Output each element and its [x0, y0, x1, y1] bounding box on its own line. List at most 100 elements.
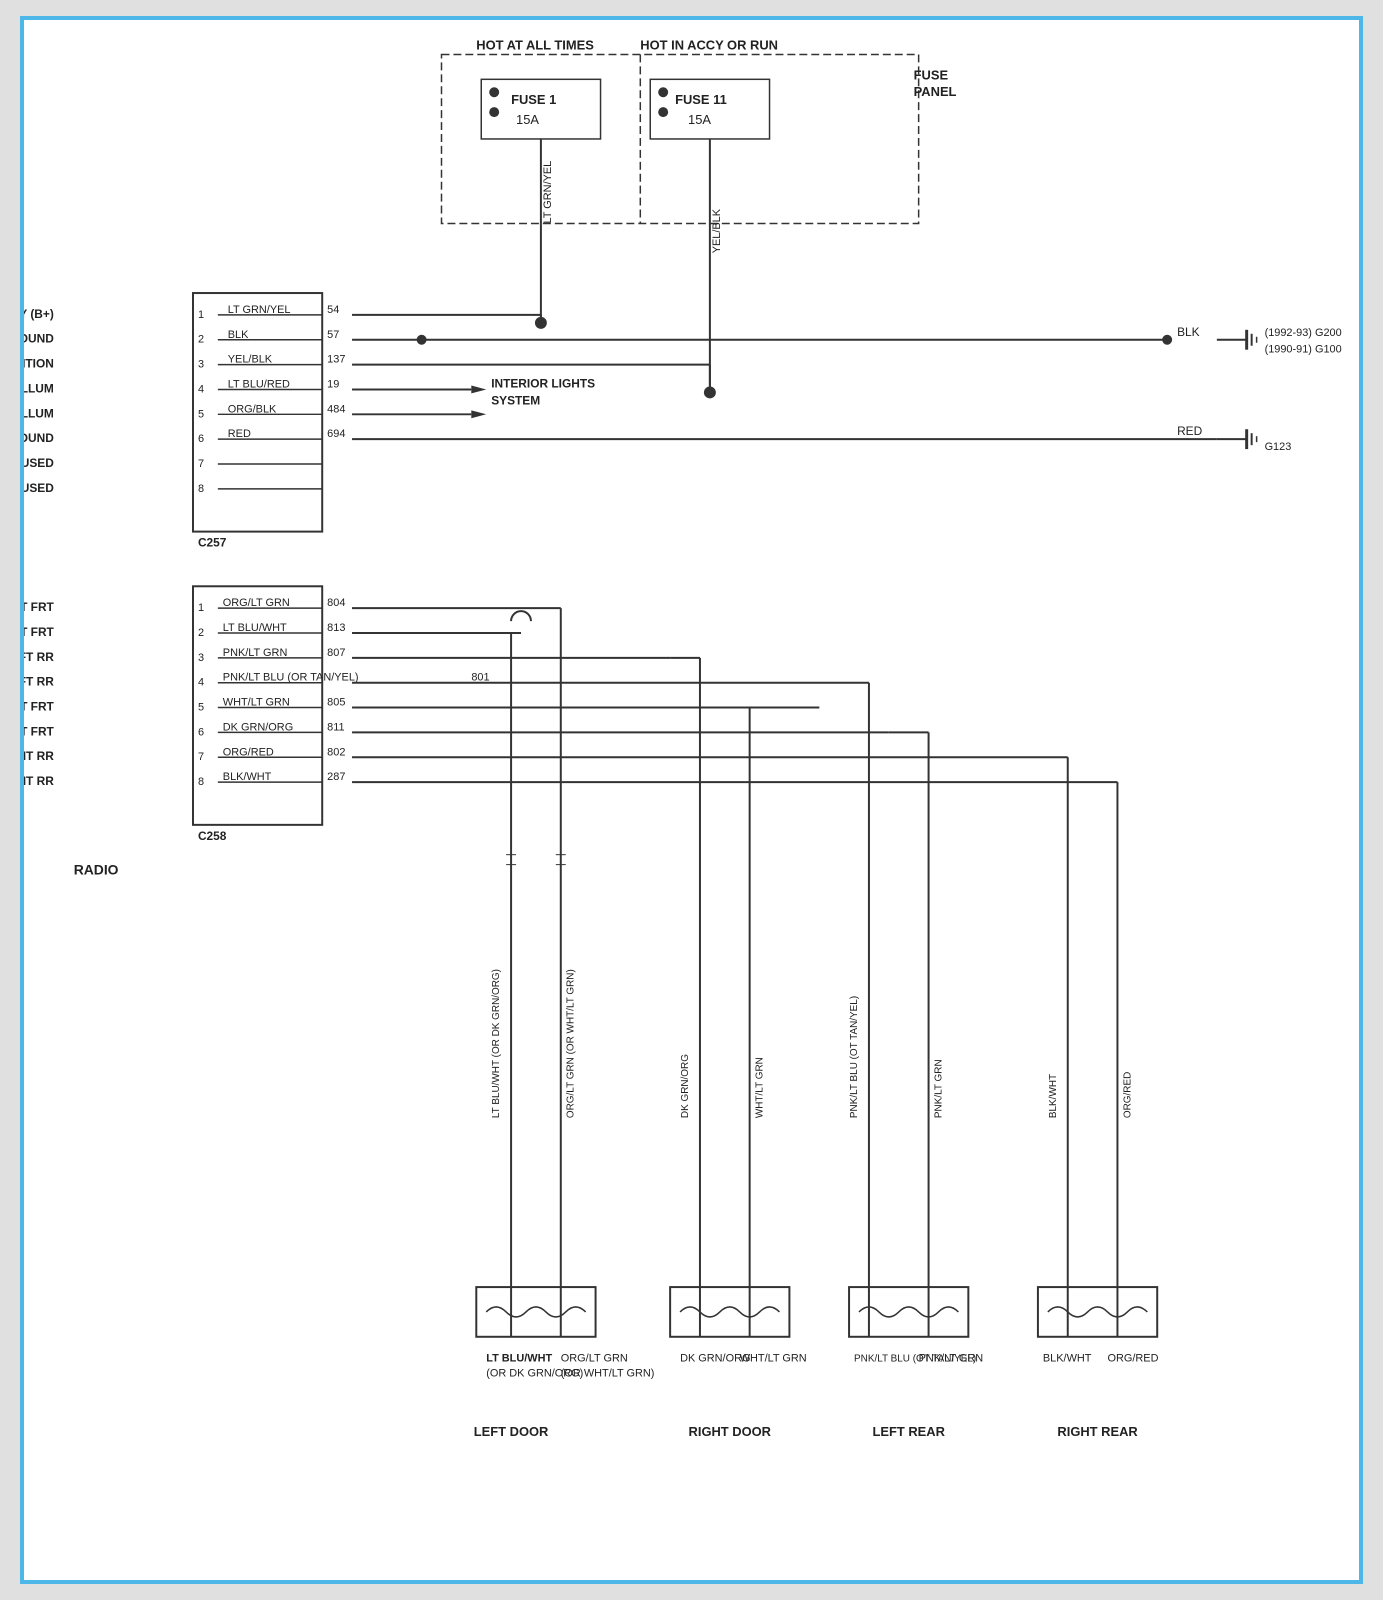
svg-text:LT GRN/YEL: LT GRN/YEL	[542, 161, 554, 224]
svg-text:G123: G123	[1265, 441, 1292, 453]
svg-text:BLK/WHT: BLK/WHT	[1043, 1353, 1092, 1365]
svg-text:804: 804	[327, 597, 345, 609]
svg-text:ORG/LT GRN: ORG/LT GRN	[223, 597, 290, 609]
svg-text:WHT/LT GRN: WHT/LT GRN	[740, 1353, 807, 1365]
svg-text:15A: 15A	[516, 112, 539, 127]
svg-text:813: 813	[327, 622, 345, 634]
svg-text:RIGHT RR: RIGHT RR	[24, 774, 54, 788]
svg-text:C258: C258	[198, 829, 227, 843]
hot-in-accy-label: HOT IN ACCY OR RUN	[640, 37, 778, 52]
svg-text:WHT/LT GRN: WHT/LT GRN	[755, 1057, 766, 1118]
svg-text:6: 6	[198, 433, 204, 445]
svg-text:(1990-91) G100: (1990-91) G100	[1265, 344, 1342, 356]
svg-text:LEFT RR: LEFT RR	[24, 675, 54, 689]
svg-text:4: 4	[198, 383, 204, 395]
svg-text:802: 802	[327, 746, 345, 758]
diagram-container: HOT AT ALL TIMES HOT IN ACCY OR RUN FUSE…	[20, 16, 1363, 1584]
svg-text:BATTERY (B+): BATTERY (B+)	[24, 307, 54, 321]
svg-text:1: 1	[198, 602, 204, 614]
svg-text:ORG/RED: ORG/RED	[1122, 1072, 1133, 1118]
svg-text:RIGHT FRT: RIGHT FRT	[24, 724, 55, 738]
svg-text:LT BLU/WHT: LT BLU/WHT	[486, 1353, 552, 1365]
svg-text:NOT USED: NOT USED	[24, 481, 54, 495]
svg-text:807: 807	[327, 647, 345, 659]
svg-text:NOT USED: NOT USED	[24, 456, 54, 470]
svg-text:811: 811	[327, 721, 344, 733]
svg-text:PNK/LT GRN: PNK/LT GRN	[223, 647, 288, 659]
svg-text:2: 2	[198, 334, 204, 346]
svg-text:8: 8	[198, 483, 204, 495]
svg-text:RIGHT FRT: RIGHT FRT	[24, 700, 55, 714]
svg-text:287: 287	[327, 771, 345, 783]
svg-text:RADIO: RADIO	[74, 862, 119, 878]
svg-text:15A: 15A	[688, 112, 711, 127]
svg-text:DK GRN/ORG: DK GRN/ORG	[223, 721, 293, 733]
svg-text:LEFT FRT: LEFT FRT	[24, 600, 55, 614]
svg-text:YEL/BLK: YEL/BLK	[711, 208, 723, 253]
svg-text:C257: C257	[198, 536, 227, 550]
diagram-inner: HOT AT ALL TIMES HOT IN ACCY OR RUN FUSE…	[24, 20, 1359, 1580]
svg-text:YEL/BLK: YEL/BLK	[228, 354, 273, 366]
svg-text:RIGHT RR: RIGHT RR	[24, 749, 54, 763]
svg-text:BLK/WHT: BLK/WHT	[223, 771, 272, 783]
svg-text:54: 54	[327, 304, 339, 316]
svg-text:6: 6	[198, 726, 204, 738]
svg-text:RIGHT DOOR: RIGHT DOOR	[689, 1424, 772, 1439]
svg-text:BLK/WHT: BLK/WHT	[1048, 1074, 1059, 1118]
svg-text:GROUND: GROUND	[24, 431, 54, 445]
svg-text:ORG/LT GRN (OR WHT/LT GRN): ORG/LT GRN (OR WHT/LT GRN)	[566, 969, 577, 1118]
svg-text:8: 8	[198, 776, 204, 788]
svg-text:LEFT FRT: LEFT FRT	[24, 625, 55, 639]
svg-text:805: 805	[327, 697, 345, 709]
svg-text:PNK/LT BLU (OR TAN/YEL): PNK/LT BLU (OR TAN/YEL)	[223, 672, 359, 684]
svg-text:5: 5	[198, 408, 204, 420]
svg-text:137: 137	[327, 354, 345, 366]
svg-text:1: 1	[198, 309, 204, 321]
svg-text:2: 2	[198, 627, 204, 639]
svg-text:484: 484	[327, 403, 345, 415]
fuse-panel-label2: PANEL	[914, 84, 957, 99]
svg-text:PNK/LT GRN: PNK/LT GRN	[934, 1059, 945, 1118]
svg-text:RED: RED	[228, 428, 251, 440]
svg-text:(1992-93) G200: (1992-93) G200	[1265, 327, 1342, 339]
svg-text:BLK: BLK	[1177, 325, 1200, 339]
svg-text:LEFT REAR: LEFT REAR	[872, 1424, 945, 1439]
svg-text:7: 7	[198, 751, 204, 763]
svg-text:ORG/LT GRN: ORG/LT GRN	[561, 1353, 628, 1365]
svg-text:57: 57	[327, 329, 339, 341]
svg-text:WHT/LT GRN: WHT/LT GRN	[223, 697, 290, 709]
svg-text:PNK/LT GRN: PNK/LT GRN	[919, 1353, 984, 1365]
svg-text:RED: RED	[1177, 424, 1203, 438]
svg-text:FUSE 11: FUSE 11	[675, 92, 727, 107]
svg-text:ORG/RED: ORG/RED	[223, 746, 274, 758]
svg-text:ILLUM: ILLUM	[24, 406, 54, 420]
svg-text:7: 7	[198, 458, 204, 470]
svg-text:INTERIOR LIGHTS: INTERIOR LIGHTS	[491, 376, 595, 390]
svg-text:LT GRN/YEL: LT GRN/YEL	[228, 304, 291, 316]
svg-text:SYSTEM: SYSTEM	[491, 393, 540, 407]
svg-text:LT BLU/WHT: LT BLU/WHT	[223, 622, 287, 634]
svg-text:5: 5	[198, 702, 204, 714]
svg-text:DK GRN/ORG: DK GRN/ORG	[680, 1054, 691, 1118]
svg-text:LEFT RR: LEFT RR	[24, 650, 54, 664]
svg-text:FUSE 1: FUSE 1	[511, 92, 556, 107]
svg-text:ORG/BLK: ORG/BLK	[228, 403, 277, 415]
svg-text:RIGHT REAR: RIGHT REAR	[1057, 1424, 1138, 1439]
svg-text:(OR WHT/LT GRN): (OR WHT/LT GRN)	[561, 1368, 655, 1380]
fuse-panel-label: FUSE	[914, 67, 949, 82]
svg-text:694: 694	[327, 428, 345, 440]
svg-text:3: 3	[198, 359, 204, 371]
svg-text:3: 3	[198, 652, 204, 664]
svg-text:LEFT DOOR: LEFT DOOR	[474, 1424, 549, 1439]
svg-text:IGNITION: IGNITION	[24, 357, 54, 371]
svg-text:LT BLU/WHT (OR DK GRN/ORG): LT BLU/WHT (OR DK GRN/ORG)	[491, 969, 502, 1118]
svg-text:19: 19	[327, 378, 339, 390]
svg-text:PNK/LT BLU (OT TAN/YEL): PNK/LT BLU (OT TAN/YEL)	[849, 996, 860, 1118]
svg-text:GROUND: GROUND	[24, 332, 54, 346]
hot-at-all-times-label: HOT AT ALL TIMES	[476, 37, 594, 52]
svg-text:LT BLU/RED: LT BLU/RED	[228, 378, 290, 390]
svg-text:4: 4	[198, 677, 204, 689]
svg-text:BLK: BLK	[228, 329, 249, 341]
svg-text:ILLUM: ILLUM	[24, 381, 54, 395]
svg-text:ORG/RED: ORG/RED	[1108, 1353, 1159, 1365]
